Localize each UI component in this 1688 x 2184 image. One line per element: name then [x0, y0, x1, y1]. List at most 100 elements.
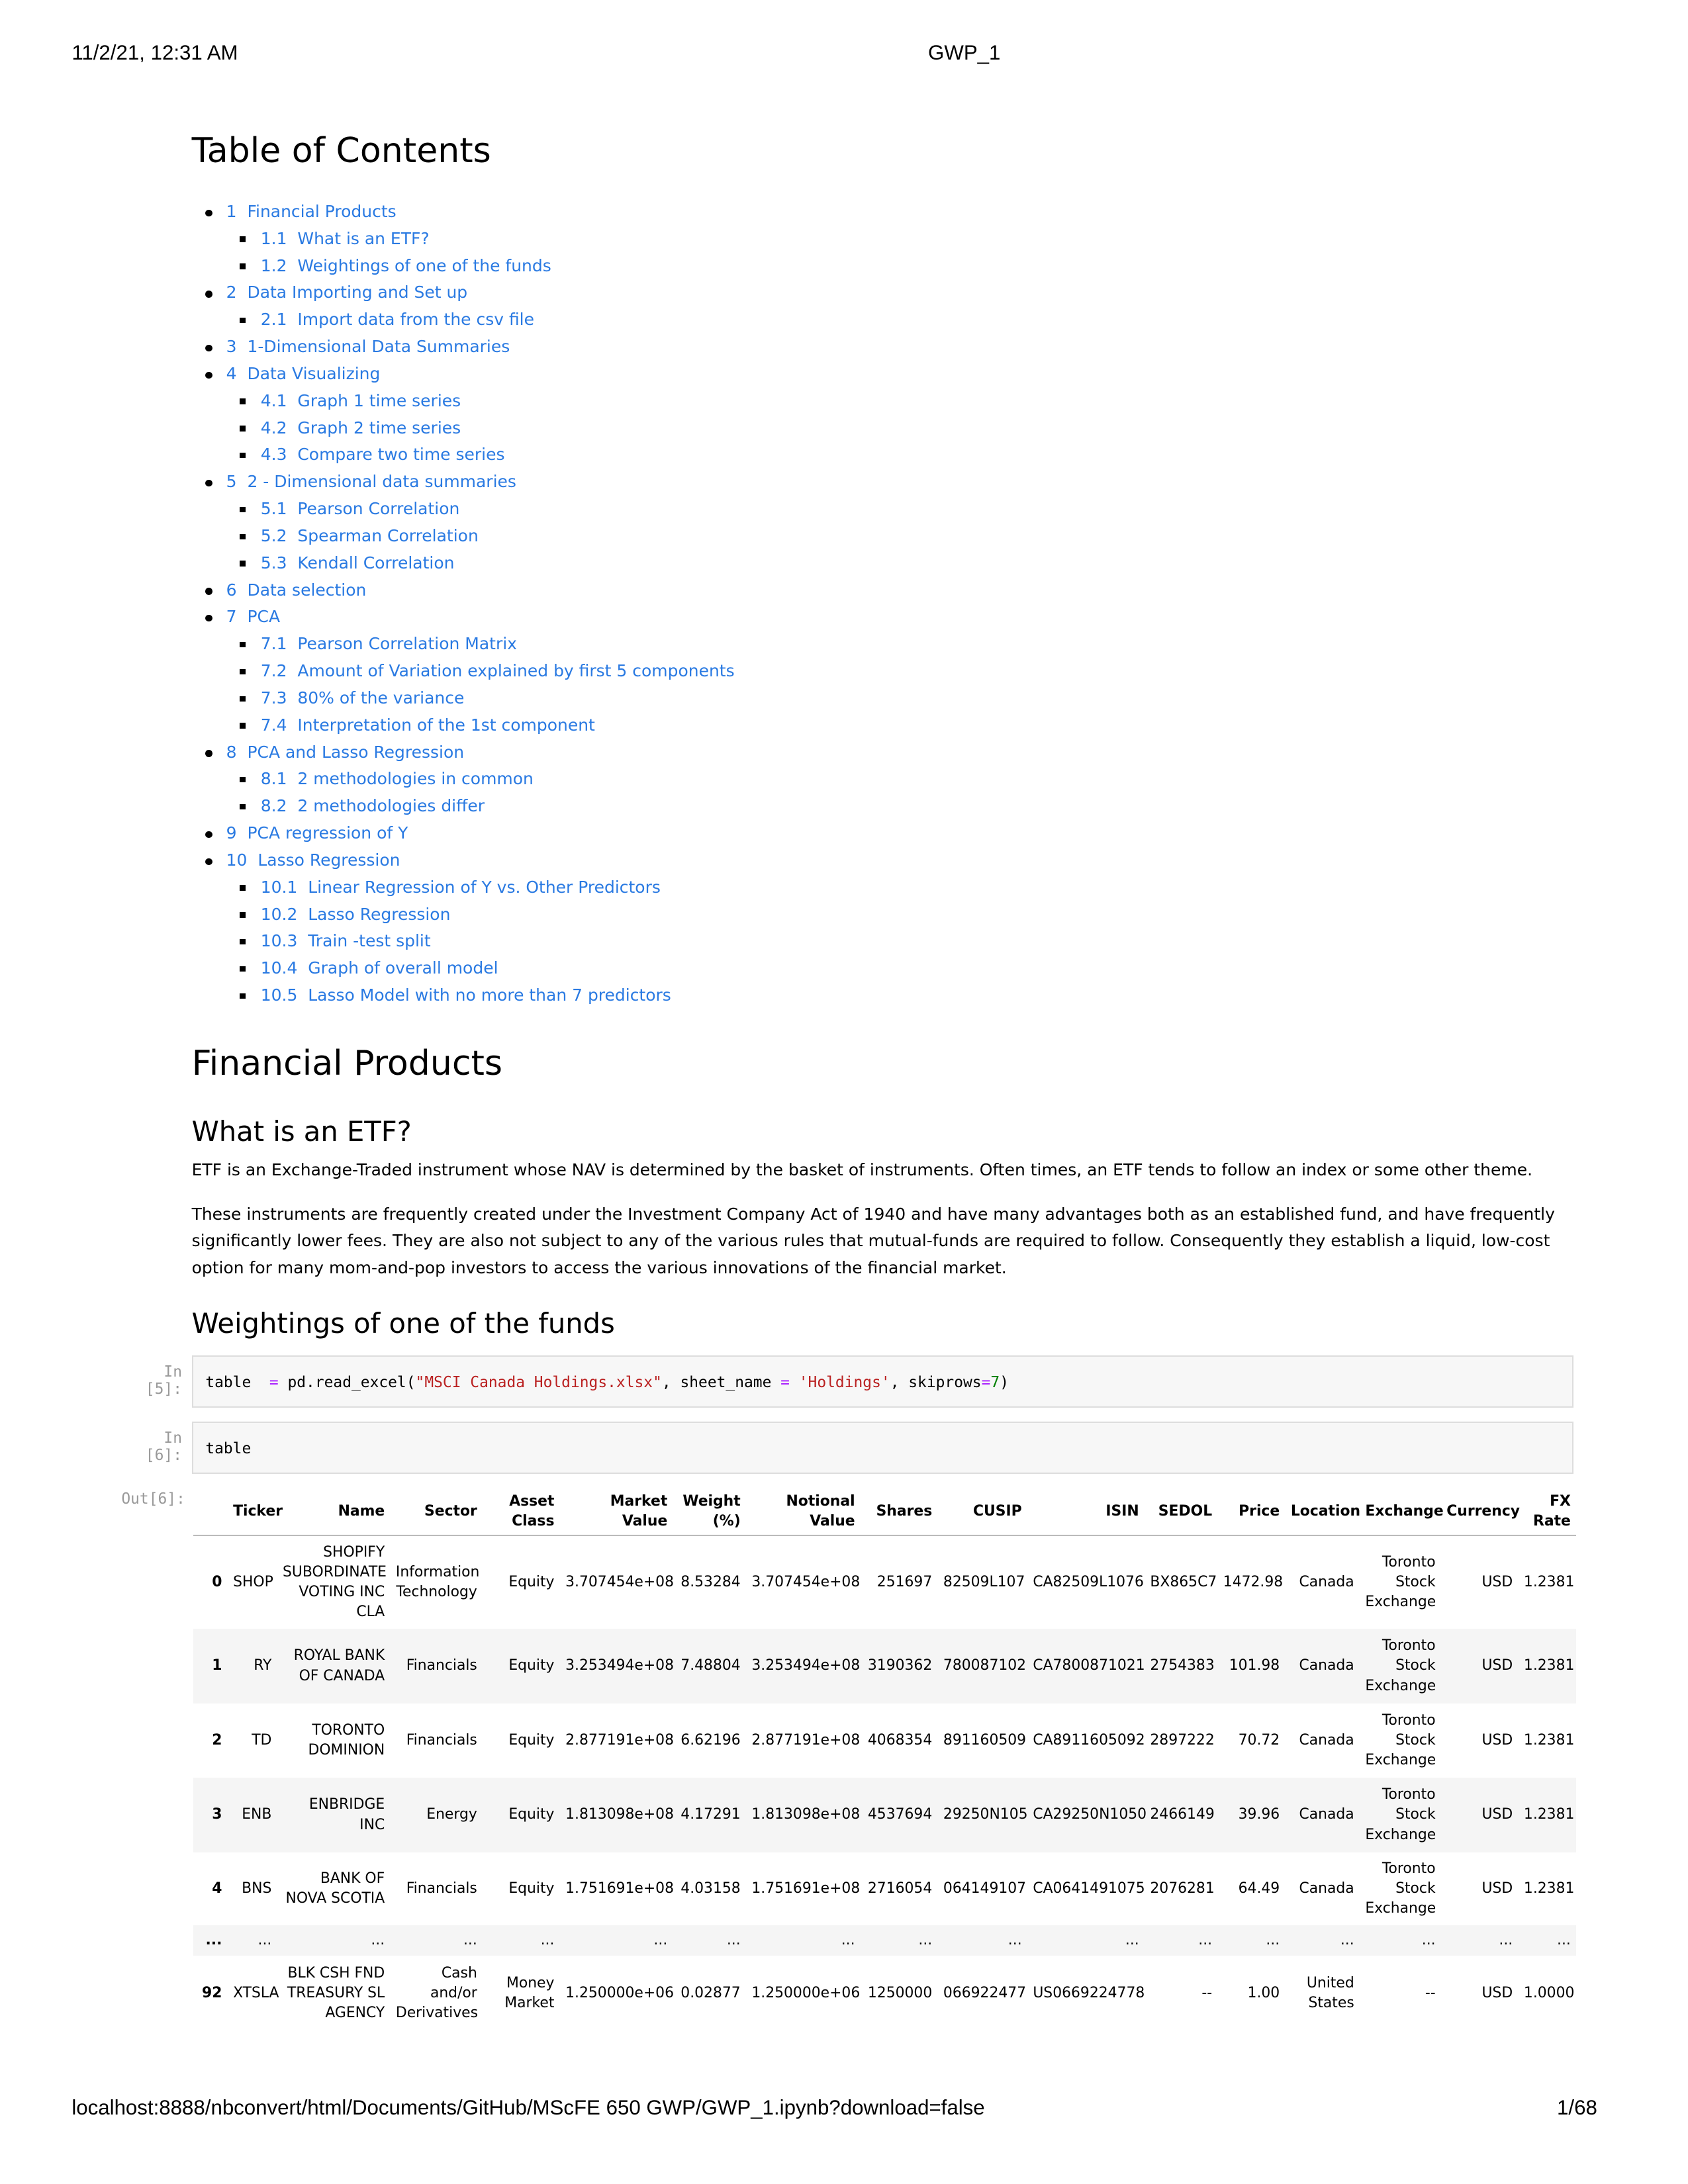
toc-link[interactable]: 2 Data Importing and Set up	[226, 283, 468, 302]
table-cell: 1.751691e+08	[565, 1880, 674, 1897]
toc-link[interactable]: 10 Lasso Regression	[226, 850, 400, 870]
toc-label: 80% of the variance	[297, 688, 465, 707]
toc-link[interactable]: 2.1 Import data from the csv file	[261, 310, 534, 329]
toc-link[interactable]: 5 2 - Dimensional data summaries	[226, 472, 516, 491]
toc-link[interactable]: 4.2 Graph 2 time series	[261, 418, 461, 437]
code-cell[interactable]: table = pd.read_excel("MSCI Canada Holdi…	[191, 1355, 1574, 1408]
table-cell: BANK OF NOVA SCOTIA	[285, 1870, 385, 1907]
column-header: Asset Class	[483, 1488, 560, 1536]
toc-link[interactable]: 7.2 Amount of Variation explained by fir…	[261, 661, 735, 680]
table-cell: Toronto Stock Exchange	[1365, 1637, 1436, 1694]
table-cell: USD	[1481, 1806, 1513, 1823]
toc-link[interactable]: 10.3 Train -test split	[261, 931, 431, 950]
toc-label: Import data from the csv file	[297, 310, 534, 330]
table-cell: Financials	[406, 1657, 477, 1674]
toc-link[interactable]: 5.3 Kendall Correlation	[261, 553, 455, 572]
toc-link[interactable]: 10.4 Graph of overall model	[261, 958, 498, 978]
code-token: =	[981, 1373, 991, 1391]
table-cell: Canada	[1299, 1657, 1354, 1674]
toc-item: 10.2 Lasso Regression	[192, 901, 735, 929]
toc-link[interactable]: 10.2 Lasso Regression	[261, 905, 451, 924]
toc-link[interactable]: 3 1-Dimensional Data Summaries	[226, 337, 510, 356]
column-header: Price	[1217, 1488, 1286, 1536]
toc-link[interactable]: 7.4 Interpretation of the 1st component	[261, 715, 595, 735]
column-header: FX Rate	[1518, 1488, 1577, 1536]
toc-item: 8 PCA and Lasso Regression	[192, 739, 735, 766]
table-cell: ...	[1008, 1932, 1022, 1949]
toc-number: 8	[226, 742, 237, 762]
table-cell: USD	[1481, 1731, 1513, 1749]
table-cell: ...	[371, 1932, 385, 1949]
table-cell: ...	[1125, 1932, 1139, 1949]
table-cell: 29250N105	[943, 1806, 1028, 1823]
toc-label: Kendall Correlation	[297, 553, 455, 572]
table-cell: XTSLA	[233, 1985, 279, 2002]
toc-link[interactable]: 5.1 Pearson Correlation	[261, 499, 460, 518]
table-cell: SHOP	[233, 1573, 273, 1590]
table-cell: CA0641491075	[1033, 1880, 1145, 1897]
table-row: 0 SHOP SHOPIFY SUBORDINATE VOTING INC CLA I…	[193, 1535, 1577, 1629]
row-index: ...	[205, 1932, 222, 1949]
table-cell: 4.17291	[680, 1806, 741, 1823]
table-cell: Money Market	[504, 1975, 555, 2012]
table-cell: CA8911605092	[1033, 1731, 1145, 1749]
toc-number: 4	[226, 363, 237, 383]
toc-number: 7.3	[260, 688, 287, 707]
code-cell[interactable]: table	[191, 1421, 1574, 1475]
toc-link[interactable]: 4 Data Visualizing	[226, 364, 381, 383]
toc-link[interactable]: 1 Financial Products	[226, 202, 397, 221]
row-index: 1	[212, 1657, 222, 1674]
table-row: 3 ENB ENBRIDGE INC Energy Equity 1.813098e+08…	[193, 1778, 1577, 1852]
toc-link[interactable]: 1.1 What is an ETF?	[261, 229, 430, 248]
toc-number: 8.1	[260, 769, 287, 789]
holdings-table: Ticker Name Sector Asset Class Market Value W…	[193, 1488, 1577, 2032]
table-cell: 1.250000e+06	[565, 1985, 674, 2002]
toc-item: 2.1 Import data from the csv file	[192, 306, 735, 334]
table-cell: USD	[1481, 1985, 1513, 2002]
toc-link[interactable]: 8.2 2 methodologies differ	[261, 796, 485, 815]
toc-item: 10.3 Train -test split	[192, 928, 735, 955]
page-number: 1/68	[1557, 2095, 1597, 2119]
toc-link[interactable]: 8.1 2 methodologies in common	[261, 769, 534, 788]
print-title: GWP_1	[928, 41, 1001, 65]
table-cell: Canada	[1299, 1573, 1354, 1590]
column-header	[193, 1488, 228, 1536]
toc-number: 5.3	[260, 553, 287, 572]
toc-link[interactable]: 10.5 Lasso Model with no more than 7 pre…	[261, 985, 671, 1005]
toc-link[interactable]: 5.2 Spearman Correlation	[261, 526, 479, 545]
table-cell: ...	[1198, 1932, 1213, 1949]
toc-link[interactable]: 1.2 Weightings of one of the funds	[261, 256, 551, 275]
table-cell: ...	[540, 1932, 555, 1949]
input-prompt: In [6]:	[145, 1430, 182, 1465]
toc-item: 4.2 Graph 2 time series	[192, 415, 735, 442]
code-token: 'Holdings'	[798, 1373, 890, 1391]
toc-link[interactable]: 4.3 Compare two time series	[261, 445, 505, 464]
code-token: , skiprows	[890, 1373, 982, 1391]
table-cell: 1.813098e+08	[751, 1806, 861, 1823]
toc-link[interactable]: 7.1 Pearson Correlation Matrix	[261, 634, 517, 653]
toc-number: 10.4	[260, 958, 298, 978]
toc-item: 5 2 - Dimensional data summaries	[192, 469, 735, 496]
toc-link[interactable]: 4.1 Graph 1 time series	[261, 391, 461, 410]
toc-link[interactable]: 9 PCA regression of Y	[226, 823, 408, 842]
column-header: Market Value	[559, 1488, 673, 1536]
toc-item: 7.1 Pearson Correlation Matrix	[192, 631, 735, 658]
toc-item: 7.4 Interpretation of the 1st component	[192, 712, 735, 739]
toc-label: Lasso Model with no more than 7 predicto…	[308, 985, 671, 1005]
toc-label: Pearson Correlation Matrix	[297, 634, 517, 654]
toc-link[interactable]: 10.1 Linear Regression of Y vs. Other Pr…	[261, 878, 661, 897]
toc-link[interactable]: 7 PCA	[226, 607, 280, 626]
toc-item: 5.2 Spearman Correlation	[192, 523, 735, 550]
toc-label: Graph 1 time series	[297, 390, 461, 410]
table-row: 2 TD TORONTO DOMINION Financials Equity 2.877…	[193, 1703, 1577, 1778]
paragraph: ETF is an Exchange-Traded instrument who…	[191, 1160, 1533, 1179]
table-cell: 1.2381	[1523, 1573, 1575, 1590]
table-cell: Information Technology	[395, 1563, 480, 1601]
toc-link[interactable]: 7.3 80% of the variance	[261, 688, 465, 707]
table-cell: 064149107	[943, 1880, 1027, 1897]
toc-link[interactable]: 8 PCA and Lasso Regression	[226, 743, 464, 762]
table-cell: 3.707454e+08	[751, 1573, 861, 1590]
table-cell: Equity	[508, 1657, 555, 1674]
table-cell: 2.877191e+08	[751, 1731, 861, 1749]
toc-link[interactable]: 6 Data selection	[226, 580, 367, 600]
